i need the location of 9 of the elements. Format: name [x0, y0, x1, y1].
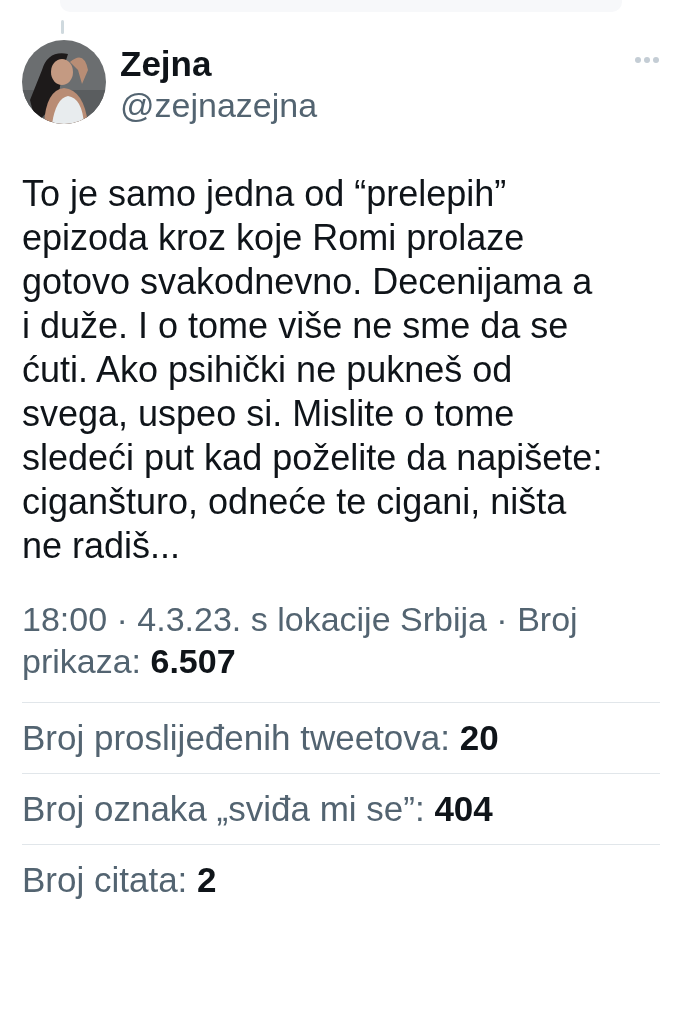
tweet-text: To je samo jedna od “prelepih” epizoda kroz koje Romi prolaze gotovo svakodnevno. Decenijama a i duže. I o tome više ne sme da se ćuti. Ako psihički ne pukneš od svega, uspeo si. Mislite o tome sledeći put kad poželite da napišete: ciganšturo, odneće te cigani, ništa ne radiš...: [22, 172, 603, 568]
stat-line[interactable]: Broj citata: 2: [22, 857, 217, 903]
stat-line[interactable]: Broj proslijeđenih tweetova: 20: [22, 715, 499, 761]
author-handle: @zejnazejna: [120, 85, 319, 126]
author-name: Zejna: [120, 44, 213, 84]
tweet-meta: 18:00 · 4.3.23. s lokacije Srbija · Broj prikaza: 6.507: [22, 599, 578, 682]
stat-line[interactable]: Broj oznaka „sviđa mi se”: 404: [22, 786, 493, 832]
more-icon[interactable]: [634, 56, 660, 64]
thread-line: [61, 20, 64, 34]
